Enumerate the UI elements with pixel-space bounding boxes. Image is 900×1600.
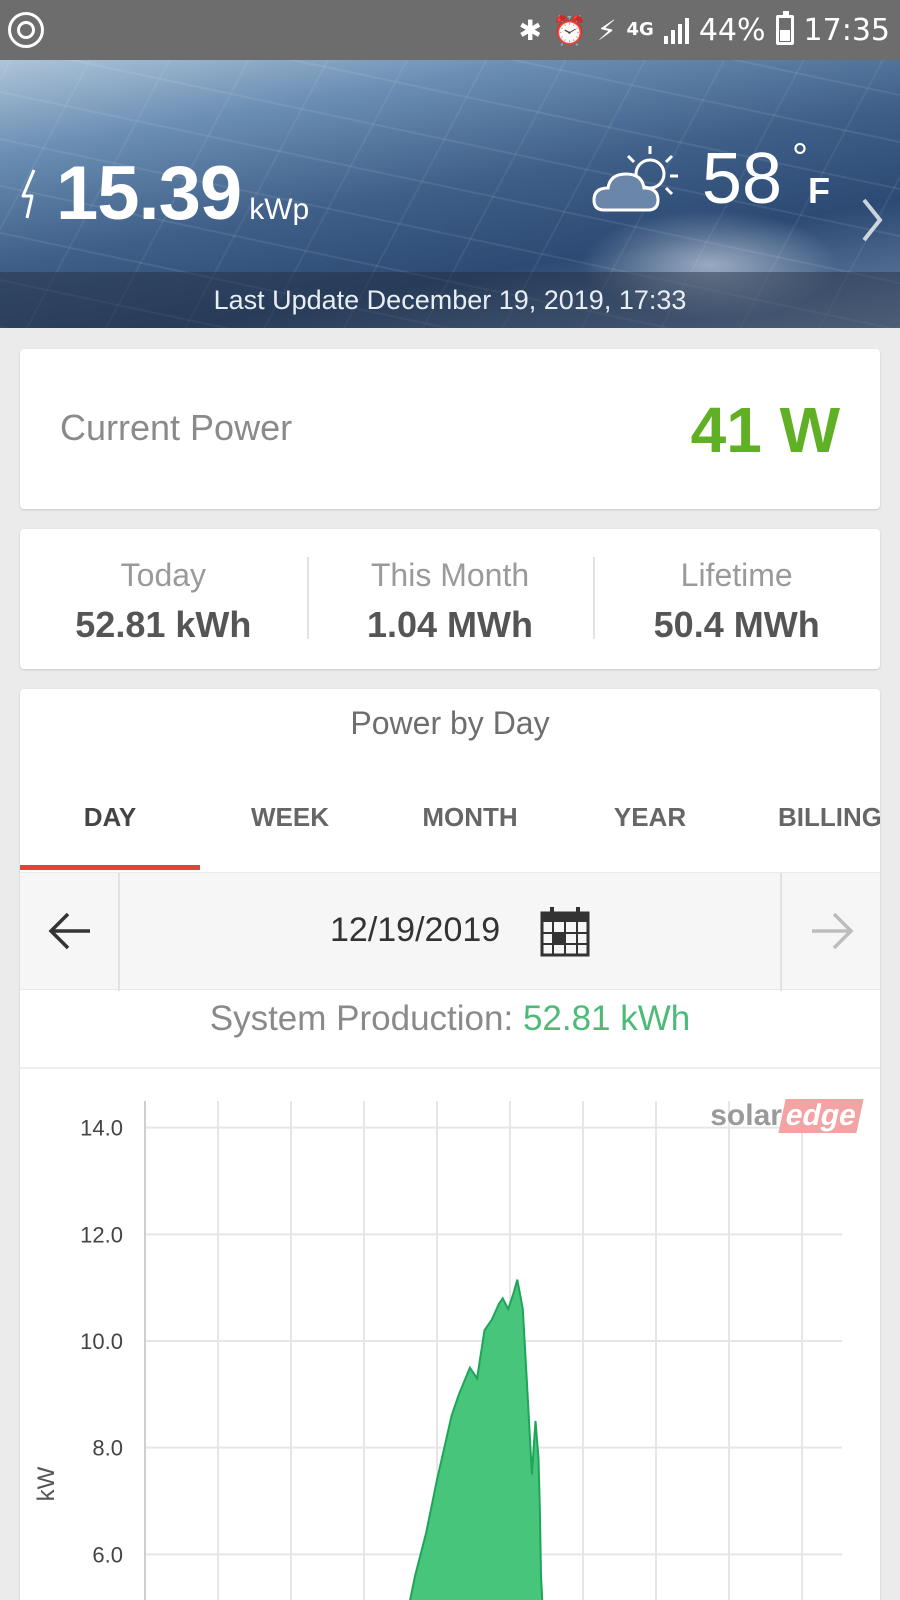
date-navigator: 12/19/2019 xyxy=(20,872,880,991)
power-chart-card: Power by Day DAY WEEK MONTH YEAR BILLING… xyxy=(20,689,880,1600)
energy-summary-card: Today 52.81 kWh This Month 1.04 MWh Life… xyxy=(20,529,880,669)
stat-this-month: This Month 1.04 MWh xyxy=(306,529,594,669)
chevron-right-icon[interactable] xyxy=(860,198,884,242)
degree-symbol: ° xyxy=(792,136,808,180)
arrow-right-icon xyxy=(812,912,854,950)
alarm-icon: ⏰ xyxy=(551,13,587,47)
logo-edge-text: edge xyxy=(778,1099,864,1133)
period-tabs: DAY WEEK MONTH YEAR BILLING xyxy=(20,799,880,861)
logo-solar-text: solar xyxy=(710,1099,782,1132)
signal-icon xyxy=(663,16,689,44)
active-tab-indicator xyxy=(20,865,200,870)
current-power-card: Current Power 41 W xyxy=(20,349,880,509)
tab-day[interactable]: DAY xyxy=(20,799,200,861)
y-tick-label: 14.0 xyxy=(80,1116,123,1141)
previous-day-button[interactable] xyxy=(20,873,120,991)
system-production-label: System Production: xyxy=(209,999,523,1038)
status-bar: ✱ ⏰ ⚡ 4G 44% 17:35 xyxy=(0,0,900,60)
stat-label: Today xyxy=(120,557,207,593)
tab-week[interactable]: WEEK xyxy=(200,799,380,861)
temperature-value: 58 xyxy=(701,139,782,219)
peak-power-unit: kWp xyxy=(249,193,310,226)
status-time: 17:35 xyxy=(803,12,890,48)
battery-icon xyxy=(775,11,794,45)
last-update-text: Last Update December 19, 2019, 17:33 xyxy=(0,272,900,328)
stat-label: Lifetime xyxy=(680,557,793,593)
tab-month[interactable]: MONTH xyxy=(380,799,560,861)
arrow-left-icon xyxy=(48,912,90,950)
current-power-value: 41 W xyxy=(690,394,840,466)
tab-billing[interactable]: BILLING xyxy=(740,799,880,861)
selected-date[interactable]: 12/19/2019 xyxy=(330,911,500,950)
stat-label: This Month xyxy=(370,557,530,593)
battery-percent: 44% xyxy=(698,12,766,48)
next-day-button[interactable] xyxy=(780,873,880,991)
solaredge-logo: solar edge xyxy=(710,1099,864,1133)
power-chart: 14.0 12.0 10.0 8.0 6.0 kW xyxy=(33,1101,842,1600)
stat-today: Today 52.81 kWh xyxy=(20,529,307,669)
peak-power: 15.39 kWp xyxy=(20,150,309,237)
y-tick-label: 10.0 xyxy=(80,1329,123,1354)
stat-value: 1.04 MWh xyxy=(366,604,534,645)
stat-value: 52.81 kWh xyxy=(75,604,252,645)
stat-lifetime: Lifetime 50.4 MWh xyxy=(593,529,880,669)
bluetooth-icon: ✱ xyxy=(518,13,542,47)
4g-lte-icon: 4G xyxy=(626,19,654,40)
temperature: 58 ° F xyxy=(701,136,830,220)
peak-power-value: 15.39 xyxy=(56,151,242,236)
chart-title: Power by Day xyxy=(350,705,550,741)
y-axis-label: kW xyxy=(33,1466,60,1501)
production-area xyxy=(409,1279,544,1600)
y-tick-label: 6.0 xyxy=(92,1542,123,1567)
search-circle-icon xyxy=(8,12,44,48)
system-production: System Production: 52.81 kWh xyxy=(20,999,880,1039)
tab-year[interactable]: YEAR xyxy=(560,799,740,861)
lightning-icon xyxy=(21,168,36,218)
data-saver-icon: ⚡ xyxy=(596,13,617,47)
stat-value: 50.4 MWh xyxy=(653,604,820,645)
current-power-label: Current Power xyxy=(60,407,293,448)
site-header-banner: 15.39 kWp 58 ° F Last Update December 19… xyxy=(0,60,900,328)
y-tick-label: 12.0 xyxy=(80,1222,123,1247)
divider xyxy=(20,1067,880,1069)
calendar-icon[interactable] xyxy=(540,905,590,957)
status-icons: ✱ ⏰ ⚡ 4G 44% 17:35 xyxy=(519,10,890,50)
weather[interactable]: 58 ° F xyxy=(592,136,830,220)
system-production-value: 52.81 kWh xyxy=(522,999,691,1038)
y-tick-label: 8.0 xyxy=(92,1436,123,1461)
temperature-unit: F xyxy=(808,170,830,211)
partly-cloudy-icon xyxy=(592,146,678,212)
